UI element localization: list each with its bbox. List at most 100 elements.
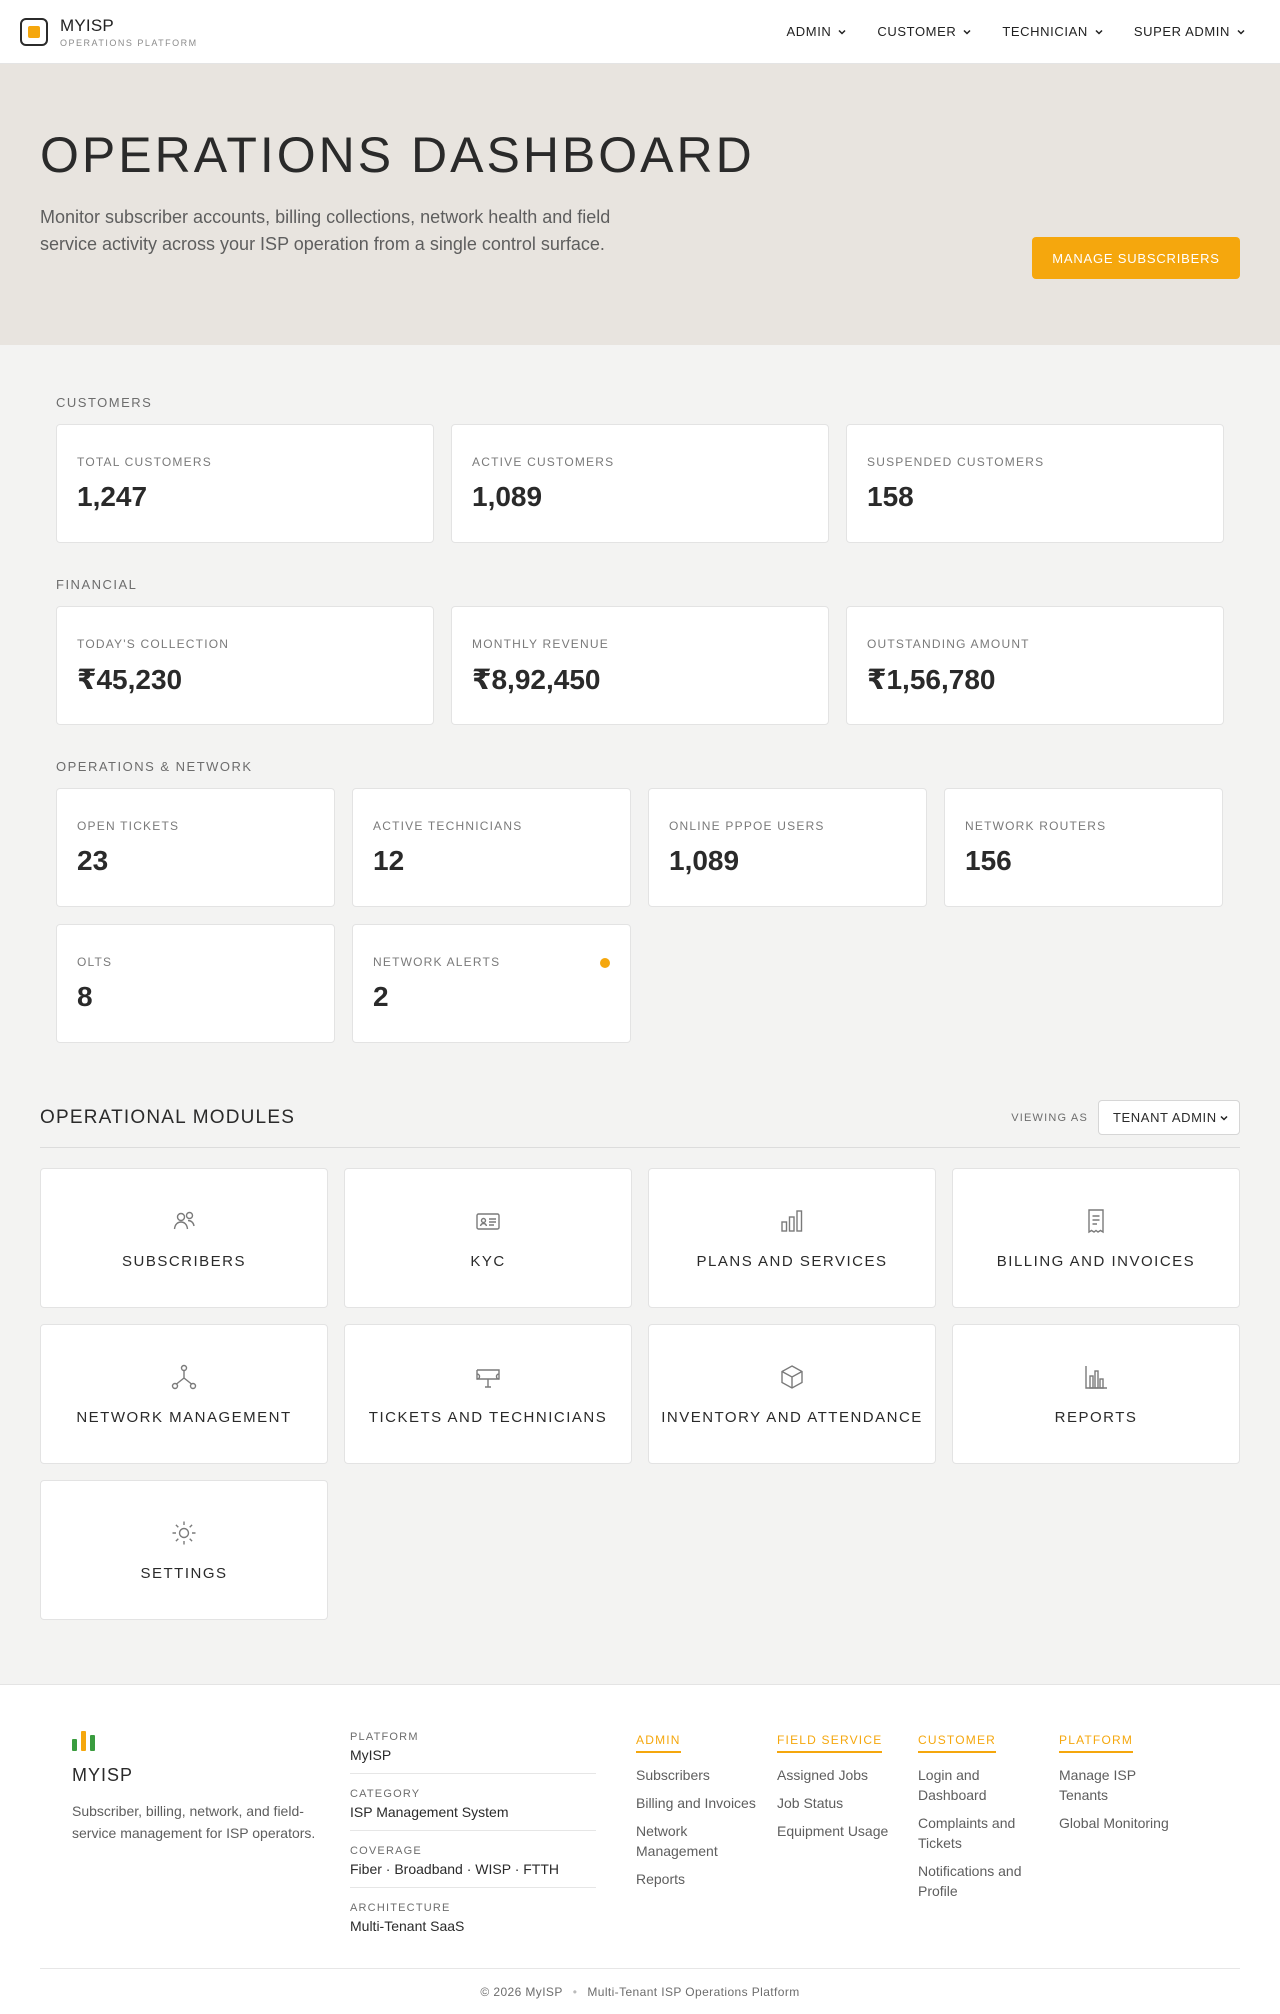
financial-stats: TODAY'S COLLECTION ₹45,230 MONTHLY REVEN… — [56, 606, 1224, 725]
page-title: OPERATIONS DASHBOARD — [40, 127, 755, 183]
stat-value: 1,089 — [472, 481, 543, 512]
stat-card-todays-collection: TODAY'S COLLECTION ₹45,230 — [56, 606, 434, 725]
stat-value: 156 — [965, 845, 1012, 876]
brand-logo-link[interactable]: MYISP OPERATIONS PLATFORM — [20, 16, 198, 48]
stat-label: NETWORK ALERTS — [373, 955, 501, 969]
nav-super-admin[interactable]: SUPER ADMIN — [1134, 24, 1246, 39]
module-plans-and-services[interactable]: PLANS AND SERVICES — [648, 1168, 936, 1308]
module-label: REPORTS — [1054, 1408, 1138, 1426]
footer-link[interactable]: Manage ISP Tenants — [1059, 1765, 1179, 1805]
top-navbar: MYISP OPERATIONS PLATFORM ADMIN CUSTOMER… — [0, 0, 1280, 64]
separator-dot: • — [572, 1985, 578, 1999]
reports-icon — [1085, 1365, 1107, 1389]
operations-section-label: OPERATIONS & NETWORK — [56, 759, 253, 774]
stat-card-suspended-customers: SUSPENDED CUSTOMERS 158 — [846, 424, 1224, 543]
footer-link[interactable]: Global Monitoring — [1059, 1813, 1179, 1833]
stats-section: CUSTOMERS TOTAL CUSTOMERS 1,247 ACTIVE C… — [0, 345, 1280, 1043]
footer-link[interactable]: Login and Dashboard — [918, 1765, 1038, 1805]
module-kyc[interactable]: KYC — [344, 1168, 632, 1308]
module-billing-and-invoices[interactable]: BILLING AND INVOICES — [952, 1168, 1240, 1308]
footer-col-customer: CUSTOMER Login and Dashboard Complaints … — [918, 1731, 1059, 1958]
nav-admin[interactable]: ADMIN — [787, 24, 848, 39]
module-label: INVENTORY AND ATTENDANCE — [661, 1408, 923, 1426]
module-inventory-and-attendance[interactable]: INVENTORY AND ATTENDANCE — [648, 1324, 936, 1464]
chevron-down-icon — [1220, 1115, 1228, 1121]
module-network-management[interactable]: NETWORK MANAGEMENT — [40, 1324, 328, 1464]
footer-col-field-service: FIELD SERVICE Assigned Jobs Job Status E… — [777, 1731, 918, 1958]
modules-title: OPERATIONAL MODULES — [40, 1106, 296, 1128]
meta-label: ARCHITECTURE — [350, 1902, 451, 1914]
role-select[interactable]: TENANT ADMIN — [1098, 1100, 1240, 1135]
footer-link[interactable]: Network Management — [636, 1821, 756, 1861]
viewing-as-label: VIEWING AS — [1011, 1111, 1088, 1124]
site-footer: MYISP Subscriber, billing, network, and … — [0, 1684, 1280, 2014]
stat-card-outstanding-amount: OUTSTANDING AMOUNT ₹1,56,780 — [846, 606, 1224, 725]
nav-technician-label: TECHNICIAN — [1002, 24, 1088, 39]
meta-value: Multi-Tenant SaaS — [350, 1918, 465, 1934]
stat-label: SUSPENDED CUSTOMERS — [867, 455, 1045, 469]
stat-card-active-customers: ACTIVE CUSTOMERS 1,089 — [451, 424, 829, 543]
footer-link[interactable]: Subscribers — [636, 1765, 756, 1785]
stat-card-active-technicians: ACTIVE TECHNICIANS 12 — [352, 788, 631, 907]
meta-value: ISP Management System — [350, 1804, 509, 1820]
nav-technician[interactable]: TECHNICIAN — [1002, 24, 1103, 39]
footer-link[interactable]: Equipment Usage — [777, 1821, 897, 1841]
footer-link[interactable]: Assigned Jobs — [777, 1765, 897, 1785]
stat-value: 2 — [373, 981, 389, 1012]
stat-label: OUTSTANDING AMOUNT — [867, 637, 1030, 651]
footer-description: Subscriber, billing, network, and field-… — [72, 1803, 316, 1841]
modules-section: OPERATIONAL MODULES VIEWING AS TENANT AD… — [0, 1060, 1280, 1620]
meta-value: MyISP — [350, 1747, 392, 1763]
chevron-down-icon — [1237, 29, 1245, 35]
id-card-icon — [476, 1212, 500, 1230]
hero-banner: OPERATIONS DASHBOARD Monitor subscriber … — [0, 64, 1280, 345]
stat-value: 23 — [77, 845, 109, 876]
footer-bottom-bar: © 2026 MyISP • Multi-Tenant ISP Operations… — [40, 1968, 1240, 1999]
stat-value: 12 — [373, 845, 405, 876]
footer-col-title: FIELD SERVICE — [777, 1733, 883, 1753]
module-tickets-and-technicians[interactable]: TICKETS AND TECHNICIANS — [344, 1324, 632, 1464]
footer-brand: MYISP Subscriber, billing, network, and … — [40, 1731, 350, 1958]
stat-value: ₹8,92,450 — [472, 664, 601, 695]
stat-label: TODAY'S COLLECTION — [77, 637, 230, 651]
module-subscribers[interactable]: SUBSCRIBERS — [40, 1168, 328, 1308]
stat-card-online-pppoe-users: ONLINE PPPOE USERS 1,089 — [648, 788, 927, 907]
footer-brand-name: MYISP — [72, 1765, 134, 1785]
stat-label: ACTIVE TECHNICIANS — [373, 819, 523, 833]
stat-label: TOTAL CUSTOMERS — [77, 455, 212, 469]
stat-label: NETWORK ROUTERS — [965, 819, 1107, 833]
footer-link[interactable]: Reports — [636, 1869, 756, 1889]
module-label: PLANS AND SERVICES — [696, 1252, 888, 1270]
manage-subscribers-button[interactable]: MANAGE SUBSCRIBERS — [1032, 237, 1240, 279]
footer-col-title: PLATFORM — [1059, 1733, 1134, 1753]
customers-stats: TOTAL CUSTOMERS 1,247 ACTIVE CUSTOMERS 1… — [56, 424, 1224, 543]
meta-platform: PLATFORM MyISP — [350, 1731, 596, 1774]
main-nav: ADMIN CUSTOMER TECHNICIAN SUPER ADMIN — [787, 24, 1246, 39]
footer-tagline: Multi-Tenant ISP Operations Platform — [587, 1985, 800, 1999]
stat-card-monthly-revenue: MONTHLY REVENUE ₹8,92,450 — [451, 606, 829, 725]
stat-card-open-tickets: OPEN TICKETS 23 — [56, 788, 335, 907]
footer-col-title: CUSTOMER — [918, 1733, 997, 1753]
stat-value: 1,089 — [669, 845, 740, 876]
nav-super-admin-label: SUPER ADMIN — [1133, 24, 1230, 39]
stat-value: 8 — [77, 981, 93, 1012]
chevron-down-icon — [963, 29, 971, 35]
customers-section-label: CUSTOMERS — [56, 395, 153, 410]
nav-customer[interactable]: CUSTOMER — [877, 24, 972, 39]
brand-tagline: OPERATIONS PLATFORM — [60, 37, 198, 48]
module-reports[interactable]: REPORTS — [952, 1324, 1240, 1464]
operations-stats: OPEN TICKETS 23 ACTIVE TECHNICIANS 12 ON… — [56, 788, 1224, 1043]
footer-link[interactable]: Notifications and Profile — [918, 1861, 1038, 1901]
module-settings[interactable]: SETTINGS — [40, 1480, 328, 1620]
nav-customer-label: CUSTOMER — [877, 24, 957, 39]
users-icon — [173, 1211, 195, 1229]
footer-col-title: ADMIN — [636, 1733, 681, 1753]
stat-label: OLTS — [77, 955, 113, 969]
footer-link[interactable]: Job Status — [777, 1793, 897, 1813]
footer-link[interactable]: Complaints and Tickets — [918, 1813, 1038, 1853]
meta-coverage: COVERAGE Fiber · Broadband · WISP · FTTH — [350, 1845, 596, 1888]
box-icon — [781, 1364, 803, 1389]
footer-link[interactable]: Billing and Invoices — [636, 1793, 756, 1813]
footer-col-admin: ADMIN Subscribers Billing and Invoices N… — [636, 1731, 777, 1958]
stat-value: 1,247 — [77, 481, 148, 512]
